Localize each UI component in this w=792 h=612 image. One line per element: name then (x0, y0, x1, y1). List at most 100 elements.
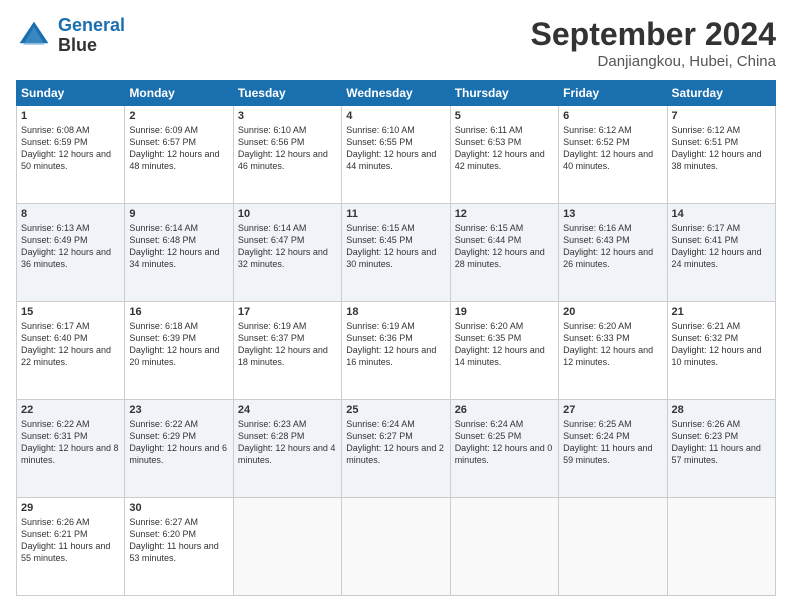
day-number: 29 (21, 502, 120, 514)
calendar-cell: 3 Sunrise: 6:10 AMSunset: 6:56 PMDayligh… (233, 106, 341, 204)
calendar-cell: 28 Sunrise: 6:26 AMSunset: 6:23 PMDaylig… (667, 400, 775, 498)
calendar-cell (450, 498, 558, 596)
calendar-header-tuesday: Tuesday (233, 81, 341, 106)
logo-icon (16, 18, 52, 54)
calendar-cell: 9 Sunrise: 6:14 AMSunset: 6:48 PMDayligh… (125, 204, 233, 302)
day-number: 27 (563, 404, 662, 416)
day-info: Sunrise: 6:26 AMSunset: 6:21 PMDaylight:… (21, 516, 120, 565)
day-info: Sunrise: 6:08 AMSunset: 6:59 PMDaylight:… (21, 124, 120, 173)
day-number: 9 (129, 208, 228, 220)
day-info: Sunrise: 6:25 AMSunset: 6:24 PMDaylight:… (563, 418, 662, 467)
day-info: Sunrise: 6:09 AMSunset: 6:57 PMDaylight:… (129, 124, 228, 173)
day-info: Sunrise: 6:21 AMSunset: 6:32 PMDaylight:… (672, 320, 771, 369)
calendar-cell: 19 Sunrise: 6:20 AMSunset: 6:35 PMDaylig… (450, 302, 558, 400)
day-number: 25 (346, 404, 445, 416)
day-info: Sunrise: 6:22 AMSunset: 6:29 PMDaylight:… (129, 418, 228, 467)
calendar-cell: 11 Sunrise: 6:15 AMSunset: 6:45 PMDaylig… (342, 204, 450, 302)
day-number: 17 (238, 306, 337, 318)
day-info: Sunrise: 6:17 AMSunset: 6:41 PMDaylight:… (672, 222, 771, 271)
calendar-cell: 10 Sunrise: 6:14 AMSunset: 6:47 PMDaylig… (233, 204, 341, 302)
day-info: Sunrise: 6:16 AMSunset: 6:43 PMDaylight:… (563, 222, 662, 271)
calendar-header-monday: Monday (125, 81, 233, 106)
day-number: 19 (455, 306, 554, 318)
calendar-cell: 7 Sunrise: 6:12 AMSunset: 6:51 PMDayligh… (667, 106, 775, 204)
calendar-cell: 23 Sunrise: 6:22 AMSunset: 6:29 PMDaylig… (125, 400, 233, 498)
day-info: Sunrise: 6:17 AMSunset: 6:40 PMDaylight:… (21, 320, 120, 369)
day-info: Sunrise: 6:24 AMSunset: 6:27 PMDaylight:… (346, 418, 445, 467)
calendar-cell: 25 Sunrise: 6:24 AMSunset: 6:27 PMDaylig… (342, 400, 450, 498)
calendar-cell: 6 Sunrise: 6:12 AMSunset: 6:52 PMDayligh… (559, 106, 667, 204)
day-number: 13 (563, 208, 662, 220)
logo-line2: Blue (58, 36, 125, 56)
month-title: September 2024 (531, 16, 776, 53)
calendar-header-sunday: Sunday (17, 81, 125, 106)
calendar-cell: 1 Sunrise: 6:08 AMSunset: 6:59 PMDayligh… (17, 106, 125, 204)
day-number: 1 (21, 110, 120, 122)
title-block: September 2024 Danjiangkou, Hubei, China (531, 16, 776, 70)
logo-text: General Blue (58, 16, 125, 56)
calendar-header-row: SundayMondayTuesdayWednesdayThursdayFrid… (17, 81, 776, 106)
day-number: 14 (672, 208, 771, 220)
calendar-cell: 20 Sunrise: 6:20 AMSunset: 6:33 PMDaylig… (559, 302, 667, 400)
day-number: 21 (672, 306, 771, 318)
calendar-cell: 27 Sunrise: 6:25 AMSunset: 6:24 PMDaylig… (559, 400, 667, 498)
calendar-header-thursday: Thursday (450, 81, 558, 106)
day-info: Sunrise: 6:20 AMSunset: 6:33 PMDaylight:… (563, 320, 662, 369)
page: General Blue September 2024 Danjiangkou,… (0, 0, 792, 612)
day-number: 15 (21, 306, 120, 318)
calendar-cell: 4 Sunrise: 6:10 AMSunset: 6:55 PMDayligh… (342, 106, 450, 204)
calendar-week-4: 22 Sunrise: 6:22 AMSunset: 6:31 PMDaylig… (17, 400, 776, 498)
day-info: Sunrise: 6:19 AMSunset: 6:36 PMDaylight:… (346, 320, 445, 369)
day-info: Sunrise: 6:20 AMSunset: 6:35 PMDaylight:… (455, 320, 554, 369)
day-info: Sunrise: 6:22 AMSunset: 6:31 PMDaylight:… (21, 418, 120, 467)
calendar-cell (233, 498, 341, 596)
day-info: Sunrise: 6:10 AMSunset: 6:56 PMDaylight:… (238, 124, 337, 173)
logo-line1: General (58, 15, 125, 35)
calendar-cell: 8 Sunrise: 6:13 AMSunset: 6:49 PMDayligh… (17, 204, 125, 302)
day-info: Sunrise: 6:15 AMSunset: 6:44 PMDaylight:… (455, 222, 554, 271)
location: Danjiangkou, Hubei, China (531, 53, 776, 70)
day-info: Sunrise: 6:11 AMSunset: 6:53 PMDaylight:… (455, 124, 554, 173)
day-number: 23 (129, 404, 228, 416)
day-number: 24 (238, 404, 337, 416)
day-info: Sunrise: 6:13 AMSunset: 6:49 PMDaylight:… (21, 222, 120, 271)
calendar-cell (559, 498, 667, 596)
day-number: 18 (346, 306, 445, 318)
day-info: Sunrise: 6:10 AMSunset: 6:55 PMDaylight:… (346, 124, 445, 173)
calendar-cell: 24 Sunrise: 6:23 AMSunset: 6:28 PMDaylig… (233, 400, 341, 498)
day-info: Sunrise: 6:23 AMSunset: 6:28 PMDaylight:… (238, 418, 337, 467)
day-number: 26 (455, 404, 554, 416)
calendar-cell: 14 Sunrise: 6:17 AMSunset: 6:41 PMDaylig… (667, 204, 775, 302)
calendar-header-wednesday: Wednesday (342, 81, 450, 106)
day-info: Sunrise: 6:12 AMSunset: 6:51 PMDaylight:… (672, 124, 771, 173)
calendar-cell: 30 Sunrise: 6:27 AMSunset: 6:20 PMDaylig… (125, 498, 233, 596)
calendar-cell: 17 Sunrise: 6:19 AMSunset: 6:37 PMDaylig… (233, 302, 341, 400)
day-info: Sunrise: 6:27 AMSunset: 6:20 PMDaylight:… (129, 516, 228, 565)
calendar-cell: 29 Sunrise: 6:26 AMSunset: 6:21 PMDaylig… (17, 498, 125, 596)
day-number: 5 (455, 110, 554, 122)
calendar-week-5: 29 Sunrise: 6:26 AMSunset: 6:21 PMDaylig… (17, 498, 776, 596)
day-number: 28 (672, 404, 771, 416)
logo: General Blue (16, 16, 125, 56)
calendar-cell: 13 Sunrise: 6:16 AMSunset: 6:43 PMDaylig… (559, 204, 667, 302)
calendar-cell: 18 Sunrise: 6:19 AMSunset: 6:36 PMDaylig… (342, 302, 450, 400)
calendar-week-2: 8 Sunrise: 6:13 AMSunset: 6:49 PMDayligh… (17, 204, 776, 302)
day-number: 11 (346, 208, 445, 220)
day-number: 16 (129, 306, 228, 318)
day-number: 10 (238, 208, 337, 220)
calendar-cell: 21 Sunrise: 6:21 AMSunset: 6:32 PMDaylig… (667, 302, 775, 400)
calendar-cell: 12 Sunrise: 6:15 AMSunset: 6:44 PMDaylig… (450, 204, 558, 302)
calendar-week-1: 1 Sunrise: 6:08 AMSunset: 6:59 PMDayligh… (17, 106, 776, 204)
calendar-cell: 15 Sunrise: 6:17 AMSunset: 6:40 PMDaylig… (17, 302, 125, 400)
calendar: SundayMondayTuesdayWednesdayThursdayFrid… (16, 80, 776, 596)
day-number: 12 (455, 208, 554, 220)
day-number: 4 (346, 110, 445, 122)
day-info: Sunrise: 6:26 AMSunset: 6:23 PMDaylight:… (672, 418, 771, 467)
calendar-cell (667, 498, 775, 596)
day-number: 3 (238, 110, 337, 122)
day-number: 22 (21, 404, 120, 416)
calendar-cell: 5 Sunrise: 6:11 AMSunset: 6:53 PMDayligh… (450, 106, 558, 204)
day-info: Sunrise: 6:24 AMSunset: 6:25 PMDaylight:… (455, 418, 554, 467)
day-info: Sunrise: 6:12 AMSunset: 6:52 PMDaylight:… (563, 124, 662, 173)
day-info: Sunrise: 6:14 AMSunset: 6:47 PMDaylight:… (238, 222, 337, 271)
